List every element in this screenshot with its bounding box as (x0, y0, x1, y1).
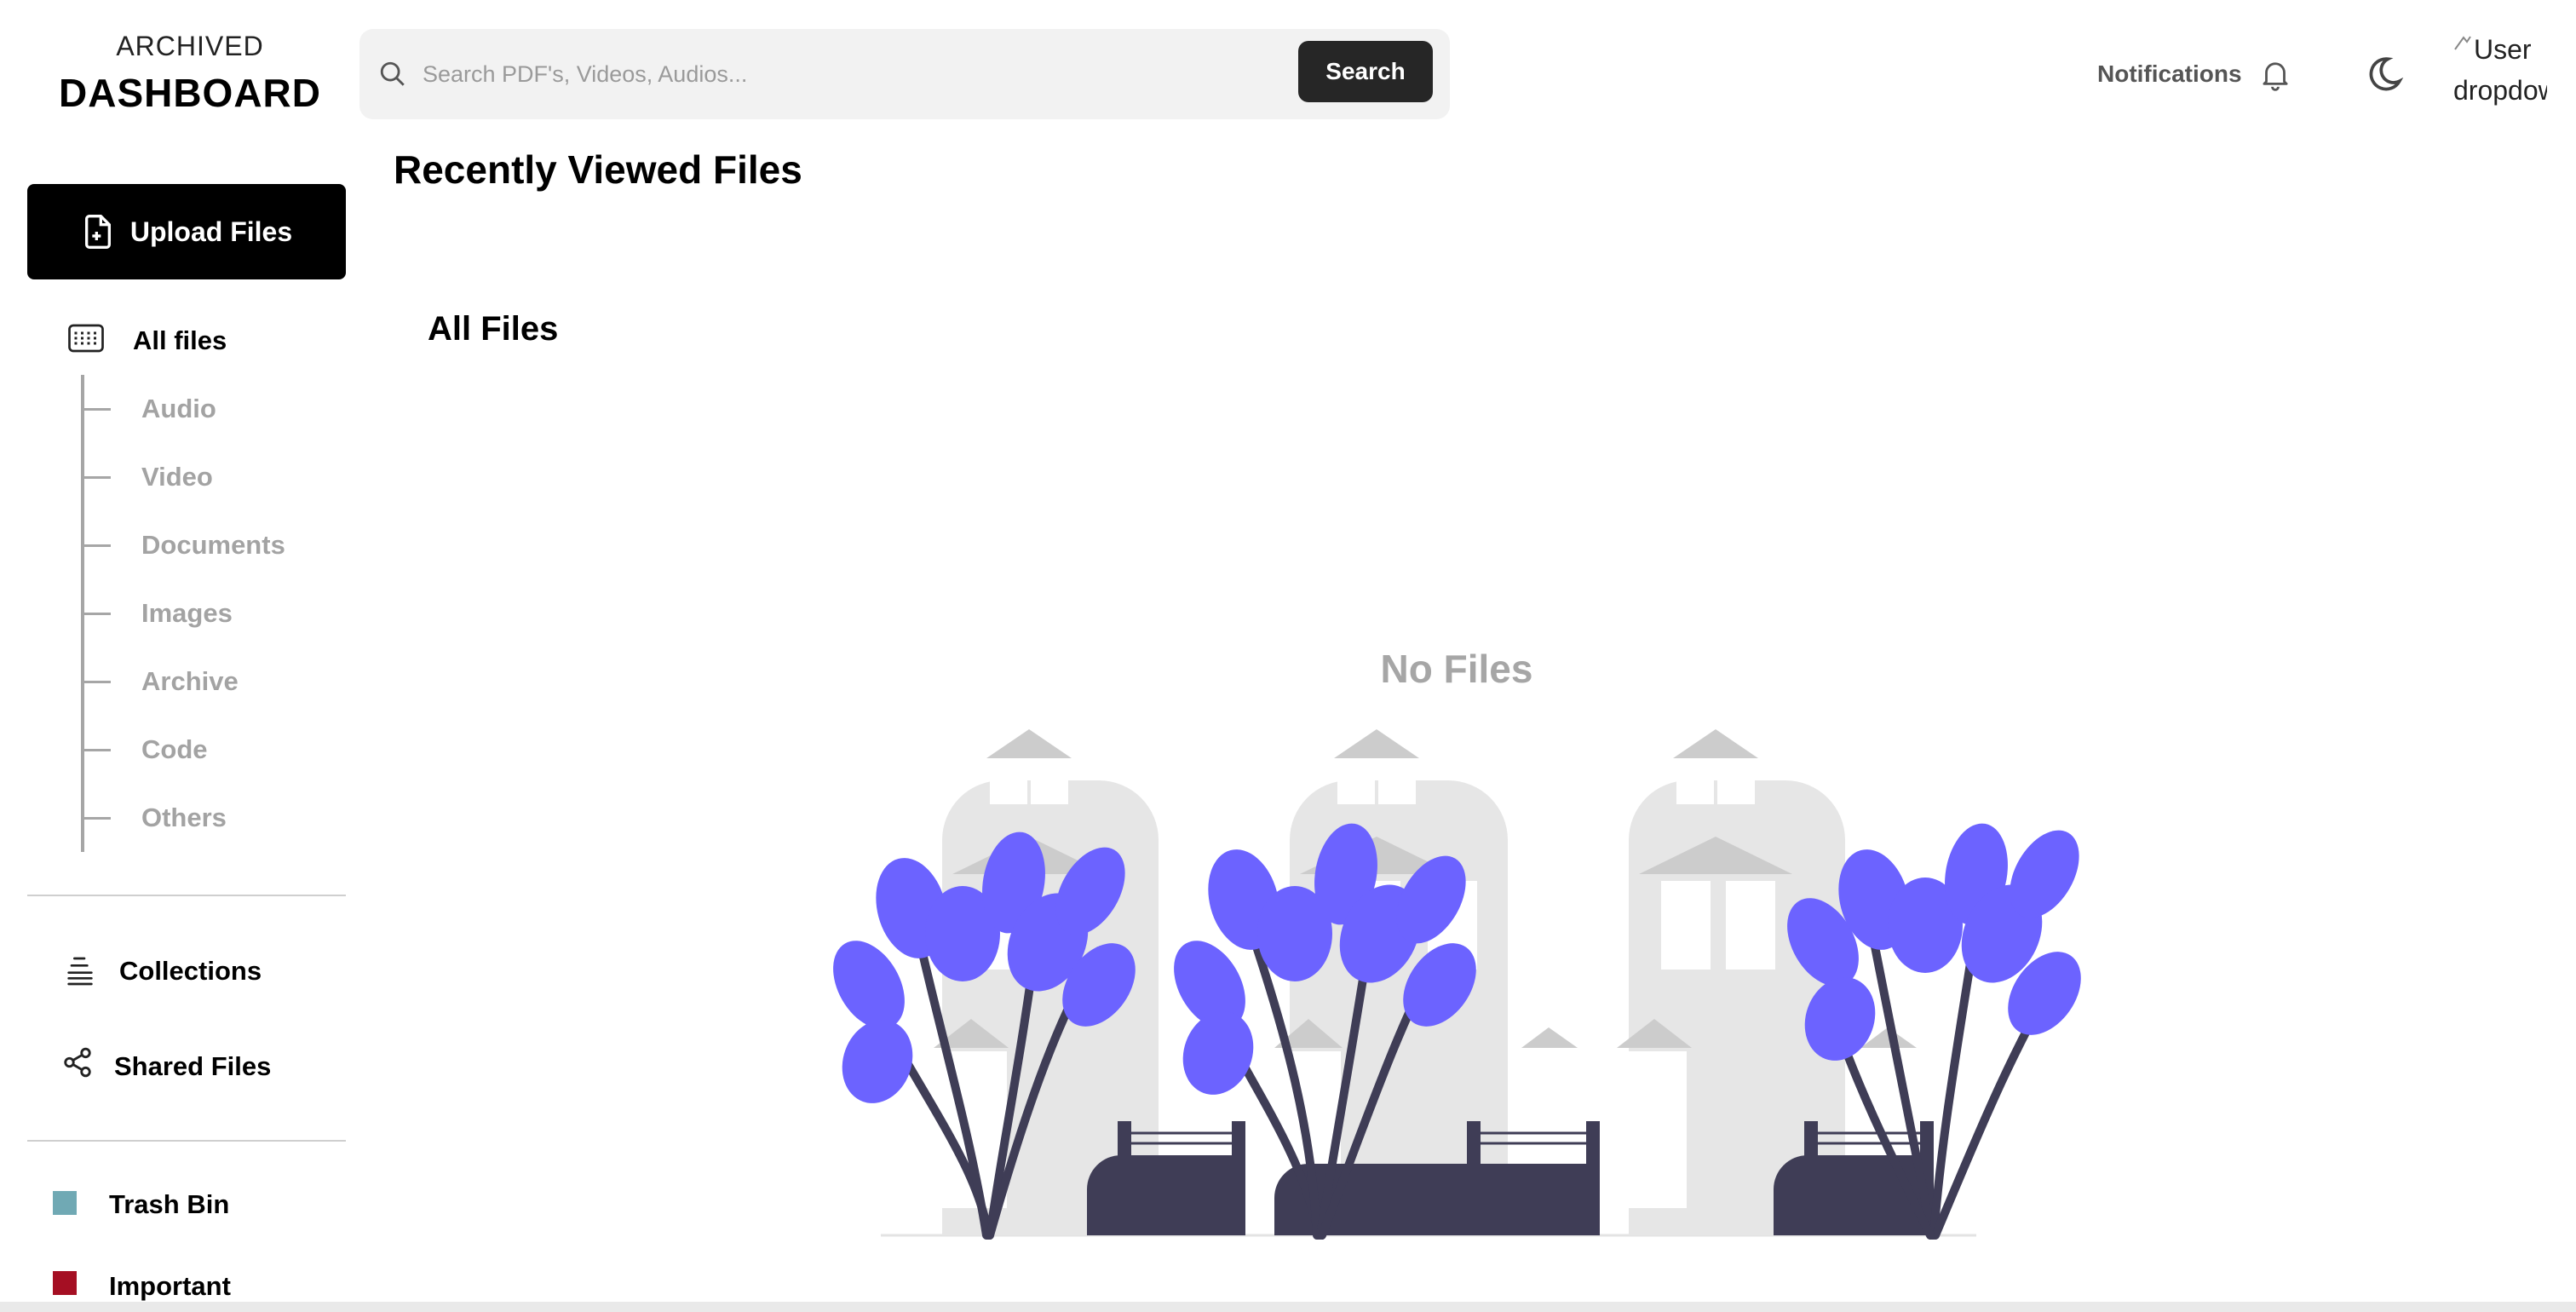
logo-dashboard: DASHBOARD (59, 71, 321, 115)
share-icon (64, 1047, 91, 1078)
sidebar-divider (27, 1140, 346, 1142)
grid-icon (68, 324, 104, 353)
search-button[interactable]: Search (1298, 41, 1433, 102)
sidebar-item-trash-bin[interactable]: Trash Bin (109, 1189, 229, 1220)
tag-color-trash (53, 1191, 77, 1215)
sidebar-item-archive[interactable]: Archive (83, 665, 239, 699)
tag-color-important (53, 1271, 77, 1295)
moon-icon[interactable] (2363, 53, 2406, 95)
search-icon (380, 61, 405, 86)
file-plus-icon (84, 215, 111, 249)
empty-state-illustration (833, 729, 2081, 1240)
sidebar-item-label: Archive (141, 666, 239, 696)
sidebar-item-collections[interactable]: Collections (119, 956, 262, 987)
sidebar-item-documents[interactable]: Documents (83, 528, 285, 562)
sidebar-item-label: Others (141, 803, 227, 832)
broken-image-icon (2454, 36, 2471, 50)
upload-files-label: Upload Files (129, 216, 293, 247)
sidebar-item-audio[interactable]: Audio (83, 392, 216, 426)
sidebar-item-images[interactable]: Images (83, 596, 233, 630)
recently-viewed-title: Recently Viewed Files (394, 147, 802, 192)
sidebar-item-label: Documents (141, 530, 285, 560)
sidebar-item-label: Code (141, 734, 208, 764)
notifications-link[interactable]: Notifications (2097, 60, 2242, 88)
search-input[interactable] (421, 48, 1276, 101)
window-bottom-edge (0, 1302, 2576, 1312)
all-files-title: All Files (428, 310, 559, 348)
empty-state-text: No Files (1380, 647, 1533, 691)
stack-icon (67, 957, 93, 986)
sidebar-item-label: Video (141, 462, 213, 492)
sidebar-item-important[interactable]: Important (109, 1271, 231, 1302)
sidebar-item-video[interactable]: Video (83, 460, 213, 494)
logo-archived: ARCHIVED (116, 31, 264, 61)
sidebar-item-code[interactable]: Code (83, 733, 208, 767)
sidebar-divider (27, 895, 346, 896)
upload-files-button[interactable]: Upload Files (27, 184, 346, 279)
sidebar-item-all-files[interactable]: All files (133, 325, 227, 356)
sidebar-item-label: Audio (141, 394, 216, 423)
bell-icon[interactable] (2257, 56, 2293, 92)
user-dropdown-avatar[interactable]: User dropdown (2453, 29, 2547, 114)
sidebar-item-others[interactable]: Others (83, 801, 227, 835)
sidebar-item-label: Images (141, 598, 233, 628)
sidebar-item-shared-files[interactable]: Shared Files (114, 1051, 271, 1082)
